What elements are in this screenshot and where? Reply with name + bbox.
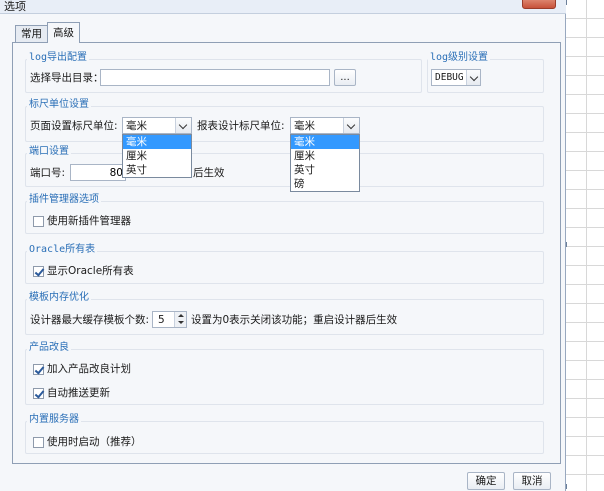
oracle-checkbox-label: 显示Oracle所有表 [47,265,134,277]
server-title: 内置服务器 [27,414,81,426]
chevron-down-icon [175,118,191,133]
oracle-checkbox[interactable] [33,266,44,277]
cache-count-stepper[interactable]: 5 [152,311,187,328]
page-ruler-dropdown: 毫米 厘米 英寸 [122,134,192,178]
report-ruler-option[interactable]: 英寸 [291,163,359,177]
chevron-down-icon [466,70,480,85]
spreadsheet-background [564,0,604,491]
report-ruler-label: 报表设计标尺单位: [197,120,285,132]
page-ruler-option[interactable]: 英寸 [123,163,191,177]
page-ruler-label: 页面设置标尺单位: [30,120,118,132]
oracle-title: Oracle所有表 [27,244,98,256]
tab-general[interactable]: 常用 [15,25,48,42]
page-ruler-select[interactable]: 毫米 [122,117,192,134]
cache-count-hint: 设置为0表示关闭该功能；重启设计器后生效 [191,314,398,326]
port-suffix: 后生效 [193,167,225,179]
log-export-title: log导出配置 [27,52,90,64]
log-level-select[interactable]: DEBUG [431,69,481,86]
join-program-label: 加入产品改良计划 [47,363,131,375]
cancel-button[interactable]: 取消 [513,472,551,490]
export-dir-label: 选择导出目录： [30,72,104,84]
tab-advanced[interactable]: 高级 [47,22,80,43]
page-ruler-value: 毫米 [126,120,147,132]
port-input[interactable] [70,164,126,181]
server-checkbox[interactable] [33,437,44,448]
report-ruler-select[interactable]: 毫米 [290,117,360,134]
report-ruler-option[interactable]: 厘米 [291,149,359,163]
auto-update-label: 自动推送更新 [47,387,110,399]
join-program-checkbox[interactable] [33,364,44,375]
report-ruler-option[interactable]: 毫米 [291,135,359,149]
plugin-checkbox[interactable] [33,216,44,227]
browse-button[interactable]: ... [334,69,356,86]
page-ruler-option[interactable]: 厘米 [123,149,191,163]
stepper-down-icon[interactable] [174,319,186,327]
improvement-title: 产品改良 [27,342,71,354]
server-checkbox-label: 使用时启动（推荐） [47,436,142,448]
port-label: 端口号: [30,167,66,179]
chevron-down-icon [343,118,359,133]
window-title: 选项 [4,0,26,13]
log-level-title: log级别设置 [428,52,491,64]
report-ruler-dropdown: 毫米 厘米 英寸 磅 [290,134,360,192]
auto-update-checkbox[interactable] [33,388,44,399]
ok-button[interactable]: 确定 [467,472,505,490]
port-title: 端口设置 [27,146,71,158]
cache-count-label: 设计器最大缓存模板个数: [30,314,150,326]
ruler-title: 标尺单位设置 [27,99,91,111]
plugin-checkbox-label: 使用新插件管理器 [47,215,131,227]
log-level-value: DEBUG [435,72,464,83]
options-dialog: 选项 常用 高级 log导出配置 选择导出目录： ... log级别设置 DEB… [0,0,566,491]
report-ruler-option[interactable]: 磅 [291,177,359,191]
close-button[interactable] [522,0,556,9]
report-ruler-value: 毫米 [294,120,315,132]
export-dir-input[interactable] [100,69,330,86]
title-bar: 选项 [0,0,566,14]
template-memory-title: 模板内存优化 [27,292,91,304]
page-ruler-option[interactable]: 毫米 [123,135,191,149]
cache-count-value: 5 [158,314,165,326]
plugin-title: 插件管理器选项 [27,194,101,206]
